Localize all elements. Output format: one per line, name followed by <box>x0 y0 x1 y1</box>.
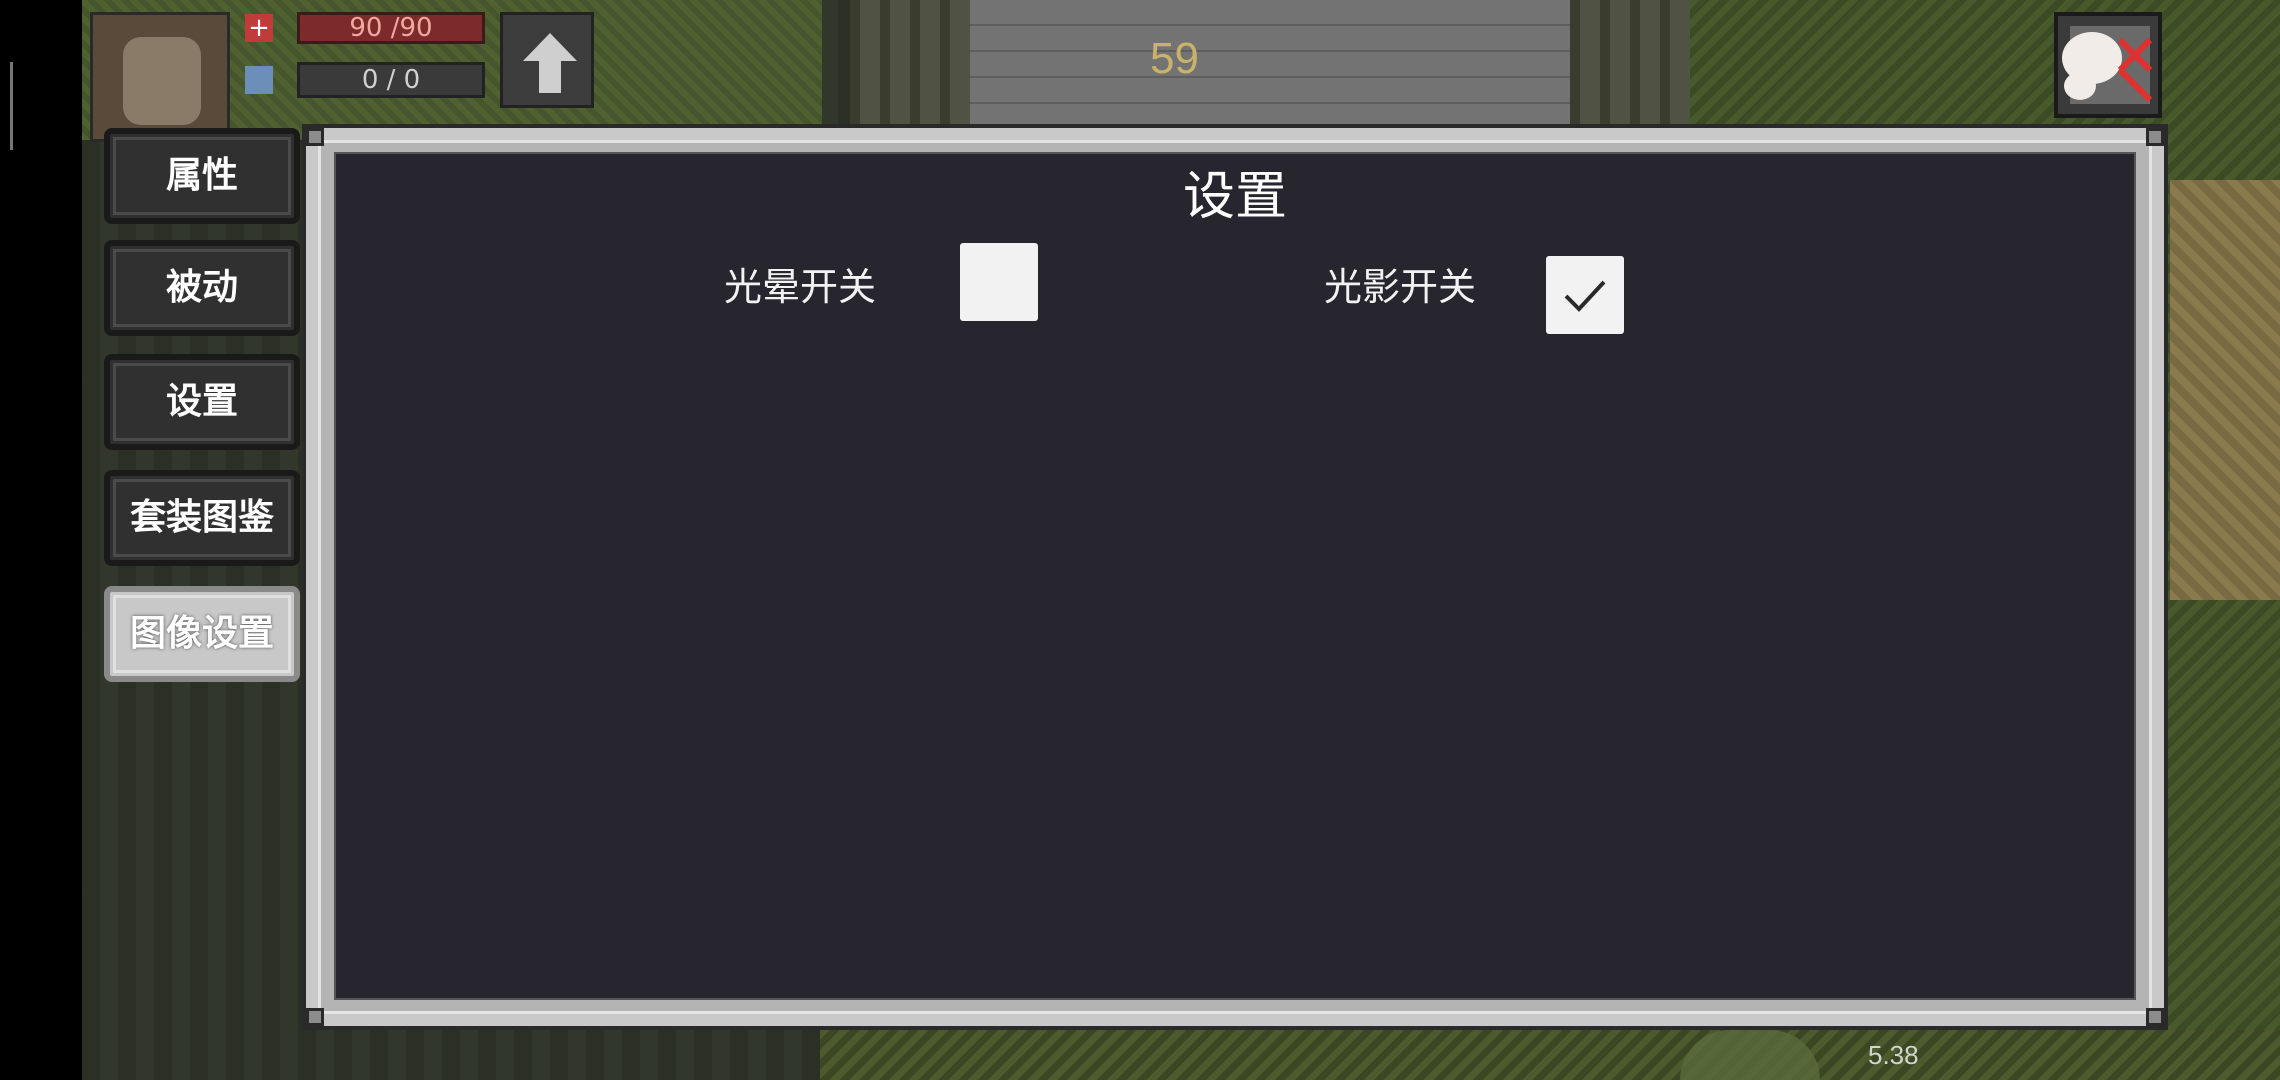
hp-cross-icon: + <box>245 14 273 42</box>
avatar-face <box>123 37 201 125</box>
hp-bar: 90 /90 <box>297 12 485 44</box>
glow-toggle-label: 光晕开关 <box>724 265 877 309</box>
mp-bar: 0 / 0 <box>297 62 485 98</box>
wall-pillar-right <box>1570 0 1690 130</box>
tab-attributes[interactable]: 属性 <box>104 128 300 224</box>
dirt-path <box>2170 180 2280 600</box>
tab-settings[interactable]: 设置 <box>104 354 300 450</box>
timer-text: 59 <box>1150 34 1199 83</box>
close-button[interactable] <box>2050 10 2166 120</box>
player-avatar[interactable] <box>90 12 230 142</box>
tab-passive[interactable]: 被动 <box>104 240 300 336</box>
edge-indicator <box>10 62 13 150</box>
panel-body <box>334 152 2136 1000</box>
panel-corner <box>2146 128 2164 146</box>
left-black-strip <box>0 0 82 1080</box>
mp-shield-icon <box>245 66 273 94</box>
panel-corner <box>306 1008 324 1026</box>
stone-wall <box>850 0 1690 130</box>
close-x-icon <box>2054 12 2162 118</box>
level-up-button[interactable] <box>500 12 594 108</box>
glow-toggle-checkbox[interactable] <box>960 243 1038 321</box>
settings-panel <box>302 124 2168 1030</box>
grass-bottom <box>820 1030 2280 1080</box>
shadow-toggle-label: 光影开关 <box>1324 265 1477 309</box>
shadow-toggle-checkbox[interactable] <box>1546 256 1624 334</box>
tab-graphics-settings[interactable]: 图像设置 <box>104 586 300 682</box>
panel-title: 设置 <box>1182 167 1287 227</box>
tab-set-collection[interactable]: 套装图鉴 <box>104 470 300 566</box>
version-text: 5.38 <box>1868 1040 1919 1070</box>
panel-corner <box>306 128 324 146</box>
wall-pillar-left <box>850 0 970 130</box>
checkmark-icon <box>1564 280 1606 312</box>
panel-corner <box>2146 1008 2164 1026</box>
up-arrow-icon <box>523 33 577 93</box>
